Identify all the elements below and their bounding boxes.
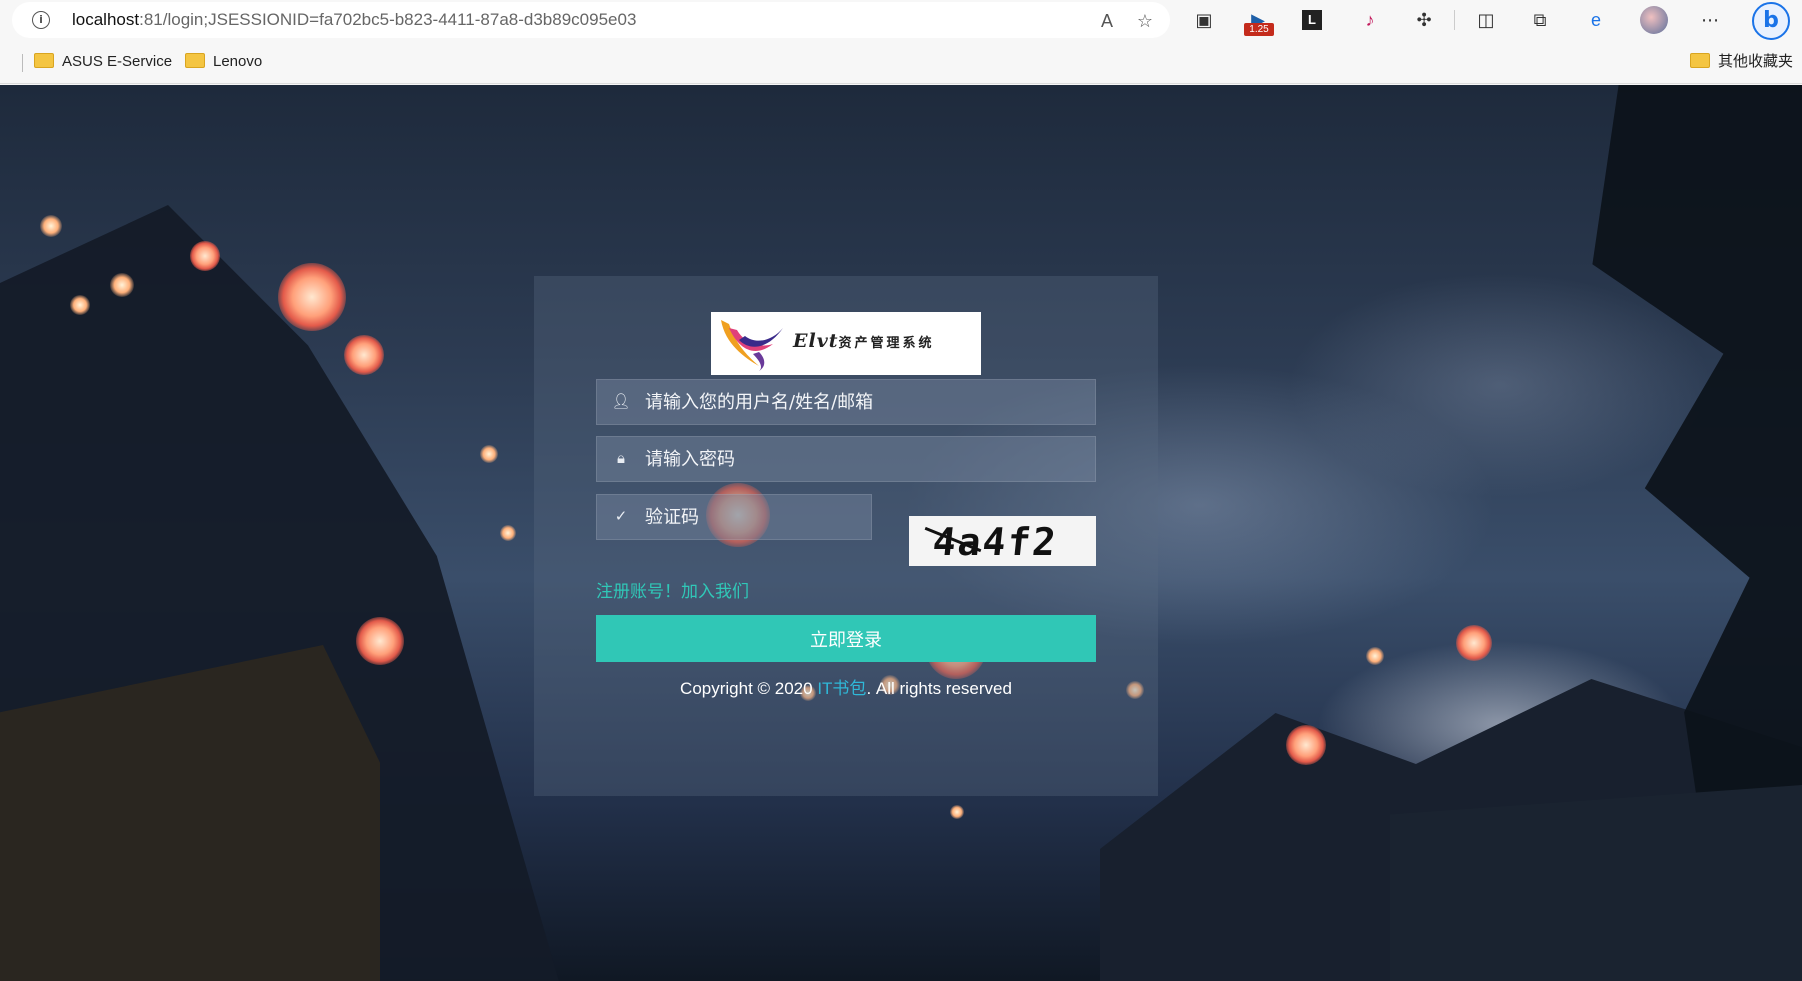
folder-icon: [1690, 53, 1710, 68]
folder-icon: [185, 53, 205, 68]
logo-subtitle: 资产管理系统: [838, 336, 935, 351]
collections-icon[interactable]: ⧉: [1528, 8, 1552, 32]
lantern: [40, 215, 62, 237]
bookmark-label: Lenovo: [213, 53, 263, 70]
bookmarks-separator: [22, 54, 23, 72]
password-input[interactable]: [645, 437, 1085, 481]
username-field[interactable]: 👤︎: [596, 379, 1096, 425]
read-aloud-icon[interactable]: A: [1096, 10, 1118, 32]
lantern: [110, 273, 134, 297]
copyright-suffix: . All rights reserved: [866, 679, 1012, 698]
other-bookmarks[interactable]: 其他收藏夹: [1690, 51, 1793, 73]
lantern: [950, 805, 964, 819]
lantern: [190, 241, 220, 271]
captcha-input[interactable]: [645, 495, 865, 539]
copyright-brand-link[interactable]: IT书包: [817, 679, 866, 698]
split-screen-icon[interactable]: ◫: [1474, 8, 1498, 32]
lantern: [344, 335, 384, 375]
lantern: [480, 445, 498, 463]
login-page: Elvt资产管理系统 👤︎ 🔒︎ ✓ 4a4f2 注册账号！加入我们 立即登录 …: [0, 85, 1802, 981]
lantern: [70, 295, 90, 315]
extensions-icon[interactable]: ✣: [1412, 8, 1436, 32]
captcha-field[interactable]: ✓: [596, 494, 872, 540]
bookmark-label: ASUS E-Service: [62, 53, 173, 70]
system-logo: Elvt资产管理系统: [711, 312, 981, 375]
password-field[interactable]: 🔒︎: [596, 436, 1096, 482]
other-bookmarks-label: 其他收藏夹: [1718, 53, 1794, 70]
copyright: Copyright © 2020 IT书包. All rights reserv…: [534, 674, 1158, 699]
info-icon[interactable]: i: [32, 11, 50, 29]
register-link[interactable]: 注册账号！: [596, 582, 681, 601]
profile-avatar[interactable]: [1640, 6, 1668, 34]
more-menu-icon[interactable]: ⋯: [1698, 8, 1722, 32]
add-favorite-icon[interactable]: ☆: [1134, 10, 1156, 32]
sound-icon[interactable]: ♪: [1358, 8, 1382, 32]
check-icon: ✓: [614, 508, 628, 525]
address-bar[interactable]: i localhost:81/login;JSESSIONID=fa702bc5…: [12, 2, 1170, 38]
lantern: [1456, 625, 1492, 661]
logo-title: Elvt: [793, 330, 839, 352]
username-input[interactable]: [645, 380, 1085, 424]
captcha-image[interactable]: 4a4f2: [909, 516, 1096, 566]
extension-badge: 1.25: [1244, 23, 1274, 36]
bookmarks-bar: ASUS E-Service Lenovo 其他收藏夹: [0, 40, 1802, 84]
lantern: [278, 263, 346, 331]
login-button[interactable]: 立即登录: [596, 615, 1096, 662]
bing-chat-icon[interactable]: b: [1752, 2, 1790, 40]
phoenix-logo-icon: [721, 320, 783, 371]
lantern: [1286, 725, 1326, 765]
register-links: 注册账号！加入我们: [596, 577, 749, 602]
browser-toolbar: i localhost:81/login;JSESSIONID=fa702bc5…: [0, 0, 1802, 40]
background-house: [1390, 785, 1802, 981]
bookmark-asus[interactable]: ASUS E-Service: [34, 51, 172, 73]
captcha-text: 4a4f2: [930, 520, 1060, 564]
lantern: [500, 525, 516, 541]
edge-icon[interactable]: e: [1584, 8, 1608, 32]
logo-text: Elvt资产管理系统: [793, 330, 935, 352]
extension-icon[interactable]: ▣: [1192, 8, 1216, 32]
url-path: :81/login;JSESSIONID=fa702bc5-b823-4411-…: [139, 10, 637, 29]
lantern: [356, 617, 404, 665]
url-host: localhost: [72, 10, 140, 29]
bookmark-lenovo[interactable]: Lenovo: [185, 51, 262, 73]
l-extension-icon[interactable]: L: [1302, 10, 1322, 30]
join-us-link[interactable]: 加入我们: [681, 582, 749, 601]
user-icon: 👤︎: [611, 393, 631, 410]
lock-icon: 🔒︎: [617, 450, 625, 467]
login-card: Elvt资产管理系统 👤︎ 🔒︎ ✓ 4a4f2 注册账号！加入我们 立即登录 …: [534, 276, 1158, 796]
toolbar-separator: [1454, 10, 1455, 30]
url-text[interactable]: localhost:81/login;JSESSIONID=fa702bc5-b…: [72, 10, 636, 30]
lantern: [1366, 647, 1384, 665]
folder-icon: [34, 53, 54, 68]
copyright-prefix: Copyright © 2020: [680, 679, 818, 698]
